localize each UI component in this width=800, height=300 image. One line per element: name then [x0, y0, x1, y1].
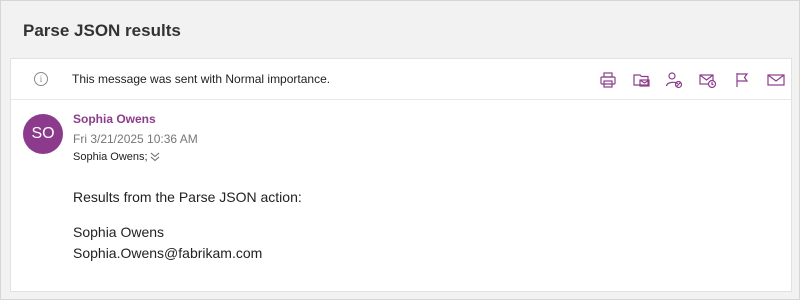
move-to-folder-icon[interactable]: [633, 71, 655, 91]
sender-name[interactable]: Sophia Owens: [73, 112, 156, 126]
email-subject: Parse JSON results: [23, 21, 181, 40]
recipients-line: Sophia Owens;: [73, 151, 161, 163]
body-result-email: Sophia.Owens@fabrikam.com: [73, 245, 263, 261]
print-icon[interactable]: [599, 71, 621, 91]
body-result-name: Sophia Owens: [73, 224, 165, 240]
read-receipt-icon[interactable]: [699, 71, 721, 91]
flag-icon[interactable]: [733, 71, 755, 91]
recipient-name[interactable]: Sophia Owens;: [73, 151, 148, 163]
info-icon: i: [34, 72, 48, 86]
chevron-down-icon[interactable]: [149, 152, 161, 162]
info-bar: i This message was sent with Normal impo…: [11, 59, 791, 100]
sent-datetime: Fri 3/21/2025 10:36 AM: [73, 132, 198, 146]
body-intro: Results from the Parse JSON action:: [73, 189, 302, 205]
email-window: Parse JSON results i This message was se…: [0, 0, 800, 300]
block-sender-icon[interactable]: [665, 71, 687, 91]
avatar: SO: [23, 114, 63, 154]
message-card: i This message was sent with Normal impo…: [10, 58, 792, 292]
importance-text: This message was sent with Normal import…: [72, 72, 331, 86]
mail-icon[interactable]: [767, 71, 789, 91]
